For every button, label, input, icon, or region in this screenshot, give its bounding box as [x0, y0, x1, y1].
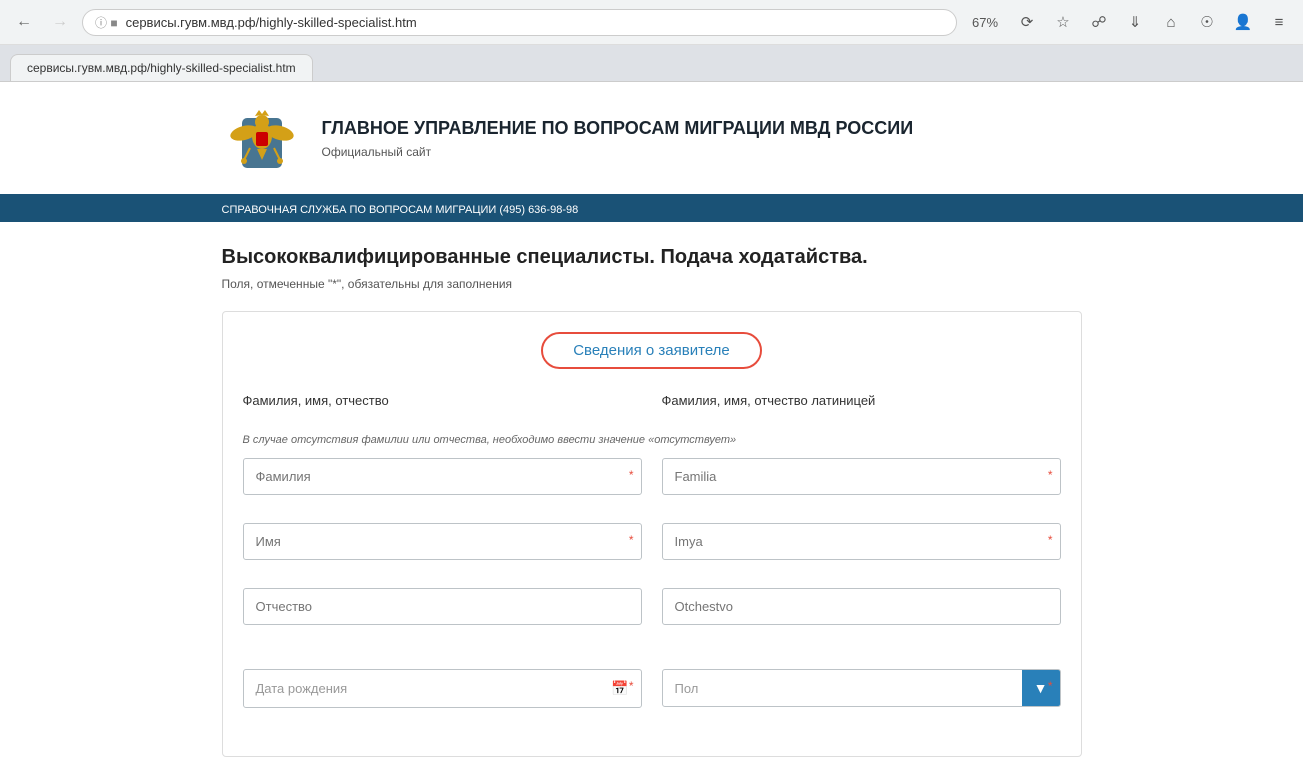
- section-title: Сведения о заявителе: [541, 332, 762, 369]
- first-name-lat-required: *: [1048, 533, 1053, 547]
- browser-toolbar: ← → ⓘ ■ сервисы.гувм.мвд.рф/highly-skill…: [0, 0, 1303, 45]
- first-name-row: * *: [243, 523, 1061, 572]
- form-note: В случае отсутствия фамилии или отчества…: [243, 434, 1061, 446]
- middle-name-group: [243, 588, 642, 625]
- bookmark-star-button[interactable]: ☆: [1049, 8, 1077, 36]
- site-logo: [222, 98, 302, 178]
- bookmark-list-button[interactable]: ☍: [1085, 8, 1113, 36]
- active-tab[interactable]: сервисы.гувм.мвд.рф/highly-skilled-speci…: [10, 54, 313, 81]
- page-content: ГЛАВНОЕ УПРАВЛЕНИЕ ПО ВОПРОСАМ МИГРАЦИИ …: [0, 82, 1303, 781]
- first-name-required: *: [629, 533, 634, 547]
- gender-group: Пол ▼ *: [662, 669, 1061, 707]
- back-button[interactable]: ←: [10, 8, 38, 36]
- last-name-row: * *: [243, 458, 1061, 507]
- home-button[interactable]: ⌂: [1157, 8, 1185, 36]
- address-bar[interactable]: ⓘ ■ сервисы.гувм.мвд.рф/highly-skilled-s…: [82, 9, 957, 36]
- site-title: ГЛАВНОЕ УПРАВЛЕНИЕ ПО ВОПРОСАМ МИГРАЦИИ …: [322, 117, 914, 140]
- last-name-lat-required: *: [1048, 468, 1053, 482]
- info-bar: СПРАВОЧНАЯ СЛУЖБА ПО ВОПРОСАМ МИГРАЦИИ (…: [0, 198, 1303, 222]
- zoom-level: 67%: [965, 15, 1005, 30]
- first-name-lat-group: *: [662, 523, 1061, 560]
- middle-name-input[interactable]: [243, 588, 642, 625]
- first-name-lat-input[interactable]: [662, 523, 1061, 560]
- user-button[interactable]: 👤: [1229, 8, 1257, 36]
- menu-button[interactable]: ≡: [1265, 8, 1293, 36]
- gender-required: *: [1048, 679, 1053, 693]
- refresh-button[interactable]: ⟳: [1013, 8, 1041, 36]
- last-name-input[interactable]: [243, 458, 642, 495]
- last-name-group: *: [243, 458, 642, 495]
- first-name-group: *: [243, 523, 642, 560]
- info-bar-text: СПРАВОЧНАЯ СЛУЖБА ПО ВОПРОСАМ МИГРАЦИИ (…: [222, 204, 579, 216]
- site-subtitle: Официальный сайт: [322, 145, 914, 159]
- middle-name-lat-group: [662, 588, 1061, 625]
- form-card: Сведения о заявителе Фамилия, имя, отчес…: [222, 311, 1082, 757]
- first-name-input[interactable]: [243, 523, 642, 560]
- birth-date-input[interactable]: Дата рождения 📅: [243, 669, 642, 708]
- security-icon: ⓘ ■: [95, 14, 118, 31]
- main-content: Высококвалифицированные специалисты. Под…: [202, 222, 1102, 781]
- last-name-lat-input[interactable]: [662, 458, 1061, 495]
- page-subtitle: Поля, отмеченные "*", обязательны для за…: [222, 277, 1082, 291]
- section-header: Сведения о заявителе: [243, 332, 1061, 369]
- middle-name-row: [243, 588, 1061, 637]
- right-group-label: Фамилия, имя, отчество латиницей: [662, 393, 1061, 408]
- left-group-label: Фамилия, имя, отчество: [243, 393, 642, 408]
- browser-tabs: сервисы.гувм.мвд.рф/highly-skilled-speci…: [0, 45, 1303, 81]
- gender-select[interactable]: Пол ▼: [662, 669, 1061, 707]
- calendar-icon: 📅: [611, 680, 628, 697]
- page-title: Высококвалифицированные специалисты. Под…: [222, 246, 1082, 269]
- shield-button[interactable]: ☉: [1193, 8, 1221, 36]
- forward-button[interactable]: →: [46, 8, 74, 36]
- column-labels-row: Фамилия, имя, отчество Фамилия, имя, отч…: [243, 393, 1061, 418]
- birth-date-group: Дата рождения 📅 *: [243, 669, 642, 708]
- gender-dropdown-button[interactable]: ▼: [1022, 670, 1060, 706]
- last-name-lat-group: *: [662, 458, 1061, 495]
- birth-date-placeholder: Дата рождения: [256, 681, 348, 696]
- address-text: сервисы.гувм.мвд.рф/highly-skilled-speci…: [126, 15, 944, 30]
- gender-placeholder: Пол: [663, 671, 1022, 706]
- birth-date-required: *: [629, 679, 634, 693]
- middle-name-lat-input[interactable]: [662, 588, 1061, 625]
- download-button[interactable]: ⇓: [1121, 8, 1149, 36]
- date-gender-row: Дата рождения 📅 * Пол ▼: [243, 669, 1061, 720]
- last-name-required: *: [629, 468, 634, 482]
- chevron-down-icon: ▼: [1034, 680, 1048, 696]
- browser-chrome: ← → ⓘ ■ сервисы.гувм.мвд.рф/highly-skill…: [0, 0, 1303, 82]
- site-header: ГЛАВНОЕ УПРАВЛЕНИЕ ПО ВОПРОСАМ МИГРАЦИИ …: [0, 82, 1303, 198]
